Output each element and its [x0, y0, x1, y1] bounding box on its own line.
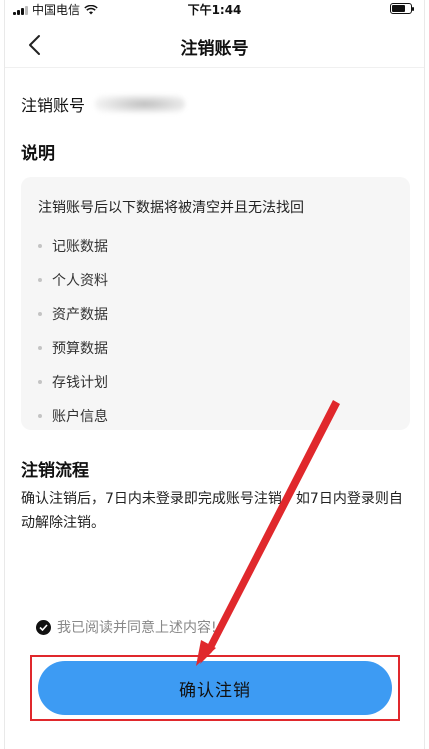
bullet-icon: [38, 346, 42, 350]
process-title: 注销流程: [21, 461, 89, 481]
status-time: 下午1:44: [187, 3, 242, 17]
bullet-icon: [38, 312, 42, 316]
list-item-label: 资产数据: [52, 307, 108, 323]
masked-account-value: [95, 95, 186, 113]
data-list: 记账数据 个人资料 资产数据 预算数据 存钱计划 账户信息: [38, 229, 108, 433]
bullet-icon: [38, 244, 42, 248]
agreement-label: 我已阅读并同意上述内容!: [57, 620, 217, 636]
account-row: 注销账号: [21, 92, 186, 116]
list-item: 账户信息: [38, 399, 108, 433]
list-item: 个人资料: [38, 263, 108, 297]
list-item: 存钱计划: [38, 365, 108, 399]
confirm-cancel-button[interactable]: 确认注销: [38, 661, 392, 715]
explanation-lead: 注销账号后以下数据将被清空并且无法找回: [38, 200, 304, 216]
list-item: 记账数据: [38, 229, 108, 263]
explanation-card: 注销账号后以下数据将被清空并且无法找回 记账数据 个人资料 资产数据 预算数据 …: [21, 177, 410, 430]
battery-icon: [390, 3, 414, 14]
confirm-button-label: 确认注销: [179, 680, 251, 701]
list-item: 资产数据: [38, 297, 108, 331]
list-item: 预算数据: [38, 331, 108, 365]
list-item-label: 账户信息: [52, 409, 108, 425]
nav-bar: 注销账号: [5, 22, 424, 68]
status-bar: 中国电信 下午1:44: [5, 0, 424, 18]
list-item-label: 预算数据: [52, 341, 108, 357]
bullet-icon: [38, 414, 42, 418]
page-title: 注销账号: [180, 39, 249, 59]
process-description: 确认注销后，7日内未登录即完成账号注销，如7日内登录则自动解除注销。: [21, 491, 403, 531]
screen: 中国电信 下午1:44 注销账号 注销账号 说明 注销账号后以下数据将被清空并且…: [4, 0, 425, 749]
checkmark-icon: [36, 619, 51, 635]
agreement-checkbox[interactable]: 我已阅读并同意上述内容!: [36, 617, 217, 637]
bullet-icon: [38, 380, 42, 384]
account-label: 注销账号: [21, 96, 86, 115]
explanation-title: 说明: [21, 144, 55, 164]
list-item-label: 存钱计划: [52, 375, 108, 391]
bullet-icon: [38, 278, 42, 282]
list-item-label: 记账数据: [52, 239, 108, 255]
list-item-label: 个人资料: [52, 273, 108, 289]
